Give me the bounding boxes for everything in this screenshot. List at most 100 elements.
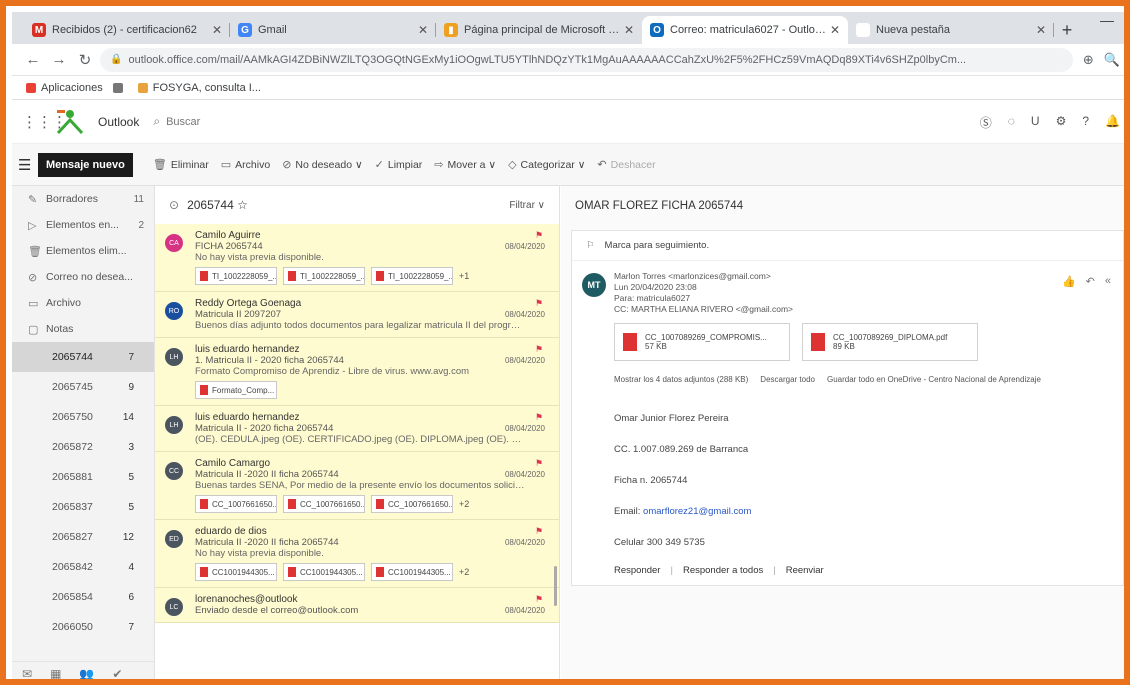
folder-item[interactable]: 2065881 5 xyxy=(12,462,154,492)
toolbar-action[interactable]: ⊘ No deseado ∨ xyxy=(282,158,362,172)
attachment-chip[interactable]: CC_1007661650... xyxy=(371,495,453,513)
followup-bar[interactable]: ⚐ Marca para seguimiento. xyxy=(572,231,1123,261)
toolbar-action[interactable]: ▭ Archivo xyxy=(221,158,270,172)
close-tab-icon[interactable]: ✕ xyxy=(1036,23,1046,37)
forward-icon[interactable]: → xyxy=(48,51,70,68)
new-tab-button[interactable]: + xyxy=(1054,16,1080,44)
folder-item[interactable]: 2065872 3 xyxy=(12,432,154,462)
sidebar-nav-item[interactable]: ▷ Elementos en... 2 xyxy=(12,212,154,238)
flag-icon[interactable]: ⚑ xyxy=(535,526,543,537)
outlook-brand[interactable]: Outlook xyxy=(98,115,139,129)
more-attachments[interactable]: +2 xyxy=(459,499,469,509)
close-tab-icon[interactable]: ✕ xyxy=(830,23,840,37)
message-list-item[interactable]: RO Reddy Ortega Goenaga Matricula II 20972… xyxy=(155,292,559,338)
people-icon[interactable]: 👥 xyxy=(79,667,94,680)
attachment-chip[interactable]: TI_1002228059_... xyxy=(283,267,365,285)
close-tab-icon[interactable]: ✕ xyxy=(418,23,428,37)
flag-icon[interactable]: ⚑ xyxy=(535,298,543,309)
attachment-chip[interactable]: CC1001944305... xyxy=(371,563,453,581)
skype-icon[interactable]: Ⓢ xyxy=(980,114,992,131)
reading-attachment[interactable]: CC_1007089269_COMPROMIS... 57 KB xyxy=(614,323,790,361)
email-link[interactable]: omarflorez21@gmail.com xyxy=(643,506,751,517)
calendar-icon[interactable]: ▦ xyxy=(50,667,61,680)
notifications-icon[interactable]: 🔔 xyxy=(1105,114,1120,131)
close-tab-icon[interactable]: ✕ xyxy=(624,23,634,37)
flag-icon[interactable]: ⚑ xyxy=(535,458,543,469)
folder-item[interactable]: 2065854 6 xyxy=(12,582,154,612)
toolbar-action[interactable]: ✓ Limpiar xyxy=(375,158,423,172)
window-controls[interactable]: — xyxy=(1100,12,1114,28)
flag-icon[interactable]: ⚑ xyxy=(535,412,543,423)
more-attachments[interactable]: +1 xyxy=(459,271,469,281)
toolbar-action[interactable]: ⇨ Mover a ∨ xyxy=(434,158,496,172)
bookmark-item[interactable] xyxy=(112,82,128,93)
browser-tab[interactable]: ▮ Página principal de Microsoft 365 ✕ xyxy=(436,16,642,44)
hamburger-icon[interactable]: ☰ xyxy=(18,156,38,174)
reply-icon[interactable]: ↶ xyxy=(1086,275,1095,288)
show-attachments-link[interactable]: Mostrar los 4 datos adjuntos (288 KB) xyxy=(614,375,748,384)
close-tab-icon[interactable]: ✕ xyxy=(212,23,222,37)
toolbar-action[interactable]: 🗑 Eliminar xyxy=(153,158,209,172)
download-all-link[interactable]: Descargar todo xyxy=(760,375,815,384)
search-box[interactable]: ⌕ Buscar xyxy=(153,114,200,129)
new-message-button[interactable]: Mensaje nuevo xyxy=(38,152,133,177)
attachment-chip[interactable]: Formato_Comp... xyxy=(195,381,277,399)
bookmark-item[interactable]: FOSYGA, consulta I... xyxy=(137,82,261,94)
reply-all-icon[interactable]: « xyxy=(1105,275,1111,288)
like-icon[interactable]: 👍 xyxy=(1062,275,1076,288)
browser-tab[interactable]: O Correo: matricula6027 - Outlook ✕ xyxy=(642,16,848,44)
reading-attachment[interactable]: CC_1007089269_DIPLOMA.pdf 89 KB xyxy=(802,323,978,361)
mail-icon[interactable]: ✉ xyxy=(22,667,32,680)
folder-item[interactable]: 2065744 7 xyxy=(12,342,154,372)
browser-tab[interactable]: M Recibidos (2) - certificacion62 ✕ xyxy=(24,16,230,44)
help-icon[interactable]: ? xyxy=(1082,114,1089,131)
save-onedrive-link[interactable]: Guardar todo en OneDrive - Centro Nacion… xyxy=(827,375,1041,384)
reload-icon[interactable]: ↻ xyxy=(74,51,96,69)
attachment-chip[interactable]: TI_1002228059_... xyxy=(371,267,453,285)
app-launcher-icon[interactable]: ⋮⋮⋮ xyxy=(22,113,67,131)
attachment-chip[interactable]: CC1001944305... xyxy=(195,563,277,581)
message-list-item[interactable]: ED eduardo de dios Matricula II -2020 II f… xyxy=(155,520,559,588)
sidebar-nav-item[interactable]: ▭ Archivo xyxy=(12,290,154,316)
toolbar-action[interactable]: ◇ Categorizar ∨ xyxy=(508,158,585,172)
folder-item[interactable]: 2065837 5 xyxy=(12,492,154,522)
message-list-item[interactable]: LH luis eduardo hernandez 1. Matricula II … xyxy=(155,338,559,406)
more-attachments[interactable]: +2 xyxy=(459,567,469,577)
select-all-icon[interactable]: ⊙ xyxy=(169,198,179,212)
message-list-item[interactable]: LH luis eduardo hernandez Matricula II - 2… xyxy=(155,406,559,452)
url-field[interactable]: 🔒 outlook.office.com/mail/AAMkAGI4ZDBiNW… xyxy=(100,47,1073,72)
browser-tab[interactable]: Nueva pestaña ✕ xyxy=(848,16,1054,44)
folder-item[interactable]: 2065745 9 xyxy=(12,372,154,402)
flag-icon[interactable]: ⚑ xyxy=(535,230,543,241)
todo-icon[interactable]: ✔ xyxy=(112,667,122,680)
attachment-chip[interactable]: CC_1007661650... xyxy=(195,495,277,513)
sender-address[interactable]: Marlon Torres <marlonzices@gmail.com> xyxy=(614,271,793,282)
back-icon[interactable]: ← xyxy=(22,51,44,68)
extensions-icon[interactable]: ⊕ xyxy=(1083,52,1094,68)
browser-tab[interactable]: G Gmail ✕ xyxy=(230,16,436,44)
settings-icon[interactable]: ⚙ xyxy=(1056,114,1067,131)
attachment-chip[interactable]: CC_1007661650... xyxy=(283,495,365,513)
teams-icon[interactable]: ◌ xyxy=(1008,114,1015,131)
flag-icon[interactable]: ⚑ xyxy=(535,344,543,355)
folder-item[interactable]: 2065750 14 xyxy=(12,402,154,432)
folder-item[interactable]: 2065827 12 xyxy=(12,522,154,552)
message-list-item[interactable]: CA Camilo Aguirre FICHA 2065744 No hay vist… xyxy=(155,224,559,292)
sidebar-nav-item[interactable]: ✎ Borradores 11 xyxy=(12,186,154,212)
attachment-chip[interactable]: TI_1002228059_... xyxy=(195,267,277,285)
message-list-item[interactable]: LC lorenanoches@outlook Enviado desde el c… xyxy=(155,588,559,623)
bookmark-item[interactable]: Aplicaciones xyxy=(26,82,103,94)
forward-button[interactable]: Reenviar xyxy=(786,565,824,576)
sidebar-nav-item[interactable]: 🗑 Elementos elim... xyxy=(12,238,154,264)
sidebar-nav-item[interactable]: ▢ Notas xyxy=(12,316,154,342)
filter-button[interactable]: Filtrar ∨ xyxy=(509,200,545,211)
tips-icon[interactable]: U xyxy=(1031,114,1040,131)
attachment-chip[interactable]: CC1001944305... xyxy=(283,563,365,581)
folder-item[interactable]: 2065842 4 xyxy=(12,552,154,582)
list-scrollbar[interactable] xyxy=(554,566,557,606)
reply-all-button[interactable]: Responder a todos xyxy=(683,565,763,576)
flag-icon[interactable]: ⚑ xyxy=(535,594,543,605)
sidebar-nav-item[interactable]: ⊘ Correo no desea... xyxy=(12,264,154,290)
reply-button[interactable]: Responder xyxy=(614,565,660,576)
message-list-item[interactable]: CC Camilo Camargo Matricula II -2020 II fi… xyxy=(155,452,559,520)
